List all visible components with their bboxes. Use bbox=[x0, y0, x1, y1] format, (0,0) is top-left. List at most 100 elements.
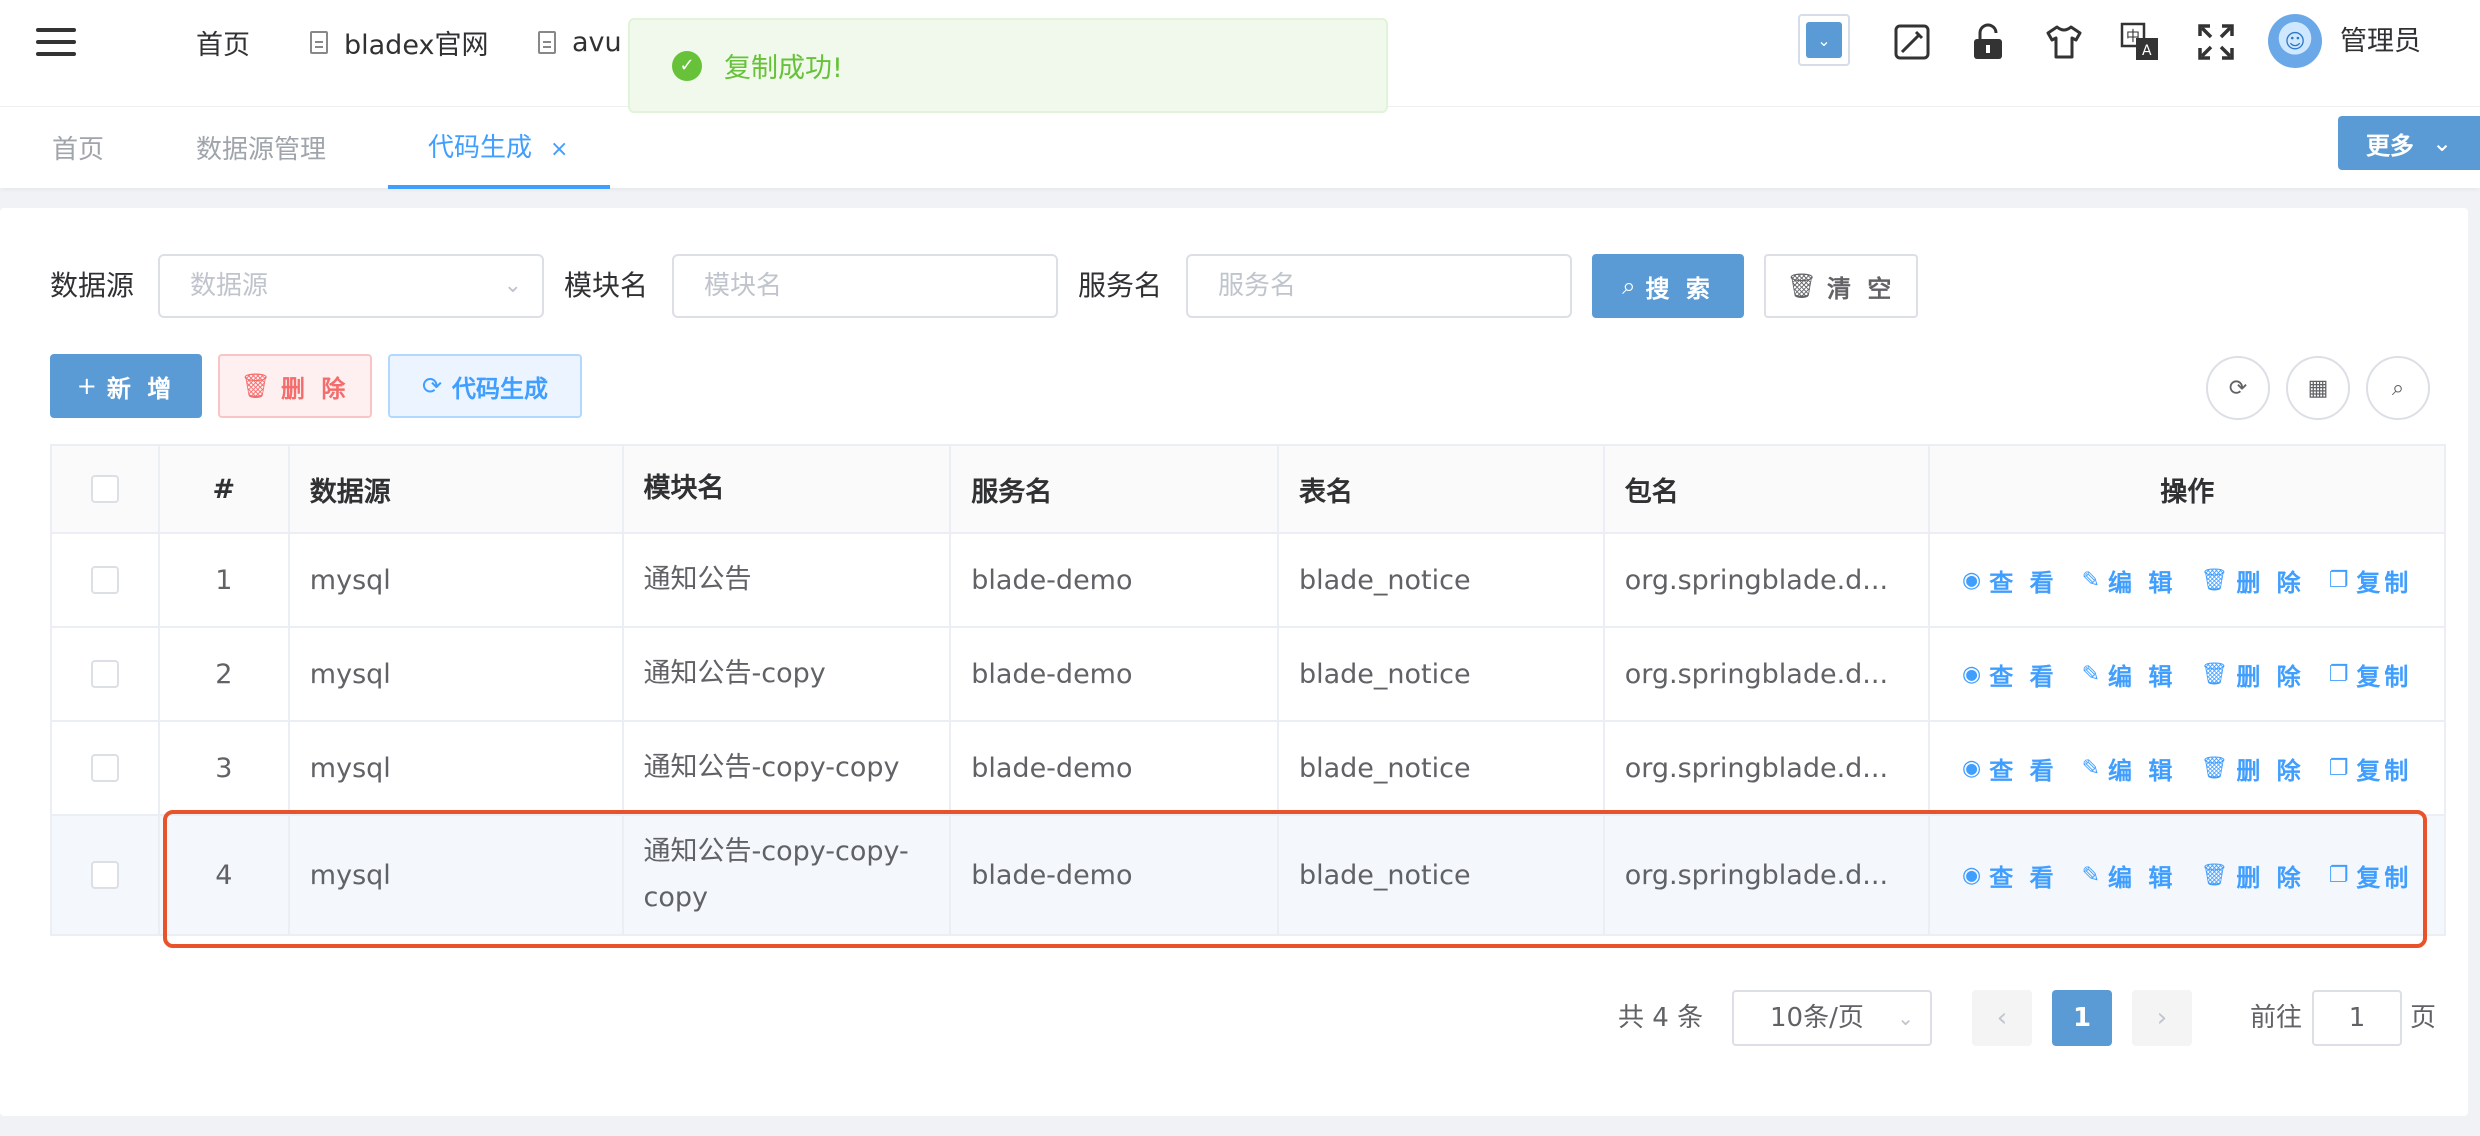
tag-home[interactable]: 首页 bbox=[52, 107, 104, 189]
pagination-total: 共 4 条 bbox=[1618, 1003, 1704, 1033]
row-checkbox[interactable] bbox=[90, 660, 119, 688]
refresh-icon: ⟳ bbox=[421, 372, 443, 400]
goto-label: 前往 bbox=[2250, 1003, 2303, 1033]
document-icon bbox=[538, 30, 556, 54]
clear-button[interactable]: 🗑 清 空 bbox=[1764, 254, 1918, 318]
view-button[interactable]: ◉ 查 看 bbox=[1962, 858, 2058, 893]
delete-row-button[interactable]: 🗑 删 除 bbox=[2200, 657, 2304, 692]
codegen-button[interactable]: ⟳ 代码生成 bbox=[388, 354, 582, 418]
delete-row-button[interactable]: 🗑 删 除 bbox=[2200, 751, 2304, 786]
top-link-bladex[interactable]: bladex官网 bbox=[310, 22, 488, 62]
plus-icon: + bbox=[76, 372, 97, 400]
tag-label: 代码生成 bbox=[428, 133, 533, 163]
grid-icon bbox=[158, 31, 180, 53]
copy-button[interactable]: ❐ 复制 bbox=[2329, 858, 2413, 893]
copy-label: 复制 bbox=[2356, 662, 2413, 691]
row-index: 1 bbox=[160, 534, 290, 626]
copy-button[interactable]: ❐ 复制 bbox=[2329, 563, 2413, 598]
tag-label: 首页 bbox=[52, 135, 105, 165]
more-tags-button[interactable]: 更多 ⌄ bbox=[2338, 116, 2480, 170]
lock-icon[interactable] bbox=[1970, 22, 2006, 62]
trash-icon: 🗑 bbox=[2200, 661, 2229, 687]
row-checkbox[interactable] bbox=[90, 566, 119, 594]
theme-dropdown-button[interactable]: ⌄ bbox=[1798, 14, 1850, 66]
avatar[interactable]: ☺ bbox=[2268, 14, 2322, 68]
copy-icon: ❐ bbox=[2328, 862, 2349, 888]
copy-label: 复制 bbox=[2356, 568, 2413, 597]
language-icon[interactable]: 中 A bbox=[2120, 22, 2160, 62]
theme-shirt-icon[interactable] bbox=[2044, 22, 2084, 62]
edit-icon: ✎ bbox=[2081, 567, 2101, 593]
refresh-icon[interactable]: ⟳ bbox=[2206, 356, 2270, 420]
row-checkbox[interactable] bbox=[90, 861, 119, 889]
page-size-select[interactable]: 10条/页 ⌄ bbox=[1732, 990, 1932, 1046]
delete-label: 删 除 bbox=[2236, 863, 2305, 892]
edit-button[interactable]: ✎ 编 辑 bbox=[2082, 657, 2177, 692]
clear-button-label: 清 空 bbox=[1827, 274, 1896, 303]
edit-button[interactable]: ✎ 编 辑 bbox=[2082, 563, 2177, 598]
prev-page-button[interactable]: ‹ bbox=[1972, 990, 2032, 1046]
search-button[interactable]: ⌕ 搜 索 bbox=[1592, 254, 1744, 318]
close-icon[interactable]: × bbox=[550, 137, 568, 162]
eye-icon: ◉ bbox=[1962, 567, 1982, 593]
header-cell: # bbox=[160, 446, 290, 532]
edit-label: 编 辑 bbox=[2108, 756, 2177, 785]
next-page-button[interactable]: › bbox=[2132, 990, 2192, 1046]
copy-icon: ❐ bbox=[2328, 755, 2349, 781]
columns-grid-icon[interactable]: ▦ bbox=[2286, 356, 2350, 420]
fullscreen-icon[interactable] bbox=[2196, 22, 2236, 62]
delete-label: 删 除 bbox=[2236, 756, 2305, 785]
edit-icon: ✎ bbox=[2081, 661, 2101, 687]
row-module: 通知公告-copy bbox=[624, 628, 952, 720]
header-select-all bbox=[52, 446, 160, 532]
tag-codegen[interactable]: 代码生成 × bbox=[388, 107, 610, 189]
row-module: 通知公告-copy-copy bbox=[624, 722, 952, 814]
search-button-label: 搜 索 bbox=[1645, 274, 1714, 303]
top-link-avue[interactable]: avu bbox=[538, 22, 622, 62]
row-module: 通知公告-copy-copy-copy bbox=[624, 816, 952, 934]
search-icon: ⌕ bbox=[1622, 272, 1636, 300]
delete-row-button[interactable]: 🗑 删 除 bbox=[2200, 563, 2304, 598]
tag-datasource[interactable]: 数据源管理 bbox=[196, 107, 326, 189]
add-button[interactable]: + 新 增 bbox=[50, 354, 202, 418]
page-number-button[interactable]: 1 bbox=[2052, 990, 2112, 1046]
row-service: blade-demo bbox=[951, 722, 1279, 814]
top-link-home[interactable]: 首页 bbox=[158, 22, 250, 62]
row-datasource: mysql bbox=[290, 534, 624, 626]
row-index: 2 bbox=[160, 628, 290, 720]
search-toggle-icon[interactable]: ⌕ bbox=[2366, 356, 2430, 420]
view-button[interactable]: ◉ 查 看 bbox=[1962, 563, 2058, 598]
copy-icon: ❐ bbox=[2328, 661, 2349, 687]
edit-button[interactable]: ✎ 编 辑 bbox=[2082, 751, 2177, 786]
module-input[interactable]: 模块名 bbox=[672, 254, 1058, 318]
delete-row-button[interactable]: 🗑 删 除 bbox=[2200, 858, 2304, 893]
table-header-row: # 数据源 模块名 服务名 表名 包名 操作 bbox=[52, 446, 2444, 534]
goto-page-input[interactable]: 1 bbox=[2312, 990, 2402, 1046]
edit-label: 编 辑 bbox=[2108, 568, 2177, 597]
copy-button[interactable]: ❐ 复制 bbox=[2329, 751, 2413, 786]
view-button[interactable]: ◉ 查 看 bbox=[1962, 657, 2058, 692]
row-datasource: mysql bbox=[290, 722, 624, 814]
row-table: blade_notice bbox=[1279, 534, 1605, 626]
view-button[interactable]: ◉ 查 看 bbox=[1962, 751, 2058, 786]
menu-toggle-icon[interactable] bbox=[36, 28, 76, 58]
edit-button[interactable]: ✎ 编 辑 bbox=[2082, 858, 2177, 893]
header-cell: 模块名 bbox=[624, 446, 952, 532]
row-checkbox[interactable] bbox=[90, 754, 119, 782]
header-cell: 数据源 bbox=[290, 446, 624, 532]
delete-button[interactable]: 🗑 删 除 bbox=[218, 354, 372, 418]
top-link-label: 首页 bbox=[196, 29, 250, 61]
user-name[interactable]: 管理员 bbox=[2340, 22, 2421, 62]
service-input[interactable]: 服务名 bbox=[1186, 254, 1572, 318]
debug-icon[interactable] bbox=[1892, 22, 1932, 62]
datasource-select[interactable]: 数据源 ⌄ bbox=[158, 254, 544, 318]
select-all-checkbox[interactable] bbox=[90, 475, 119, 503]
page-suffix: 页 bbox=[2410, 1003, 2437, 1033]
svg-text:A: A bbox=[2142, 43, 2152, 59]
module-placeholder: 模块名 bbox=[704, 271, 783, 301]
copy-button[interactable]: ❐ 复制 bbox=[2329, 657, 2413, 692]
chevron-right-icon: › bbox=[2156, 1003, 2168, 1033]
success-toast: ✓ 复制成功! bbox=[628, 18, 1388, 113]
check-circle-icon: ✓ bbox=[672, 50, 702, 81]
row-service: blade-demo bbox=[951, 816, 1279, 934]
